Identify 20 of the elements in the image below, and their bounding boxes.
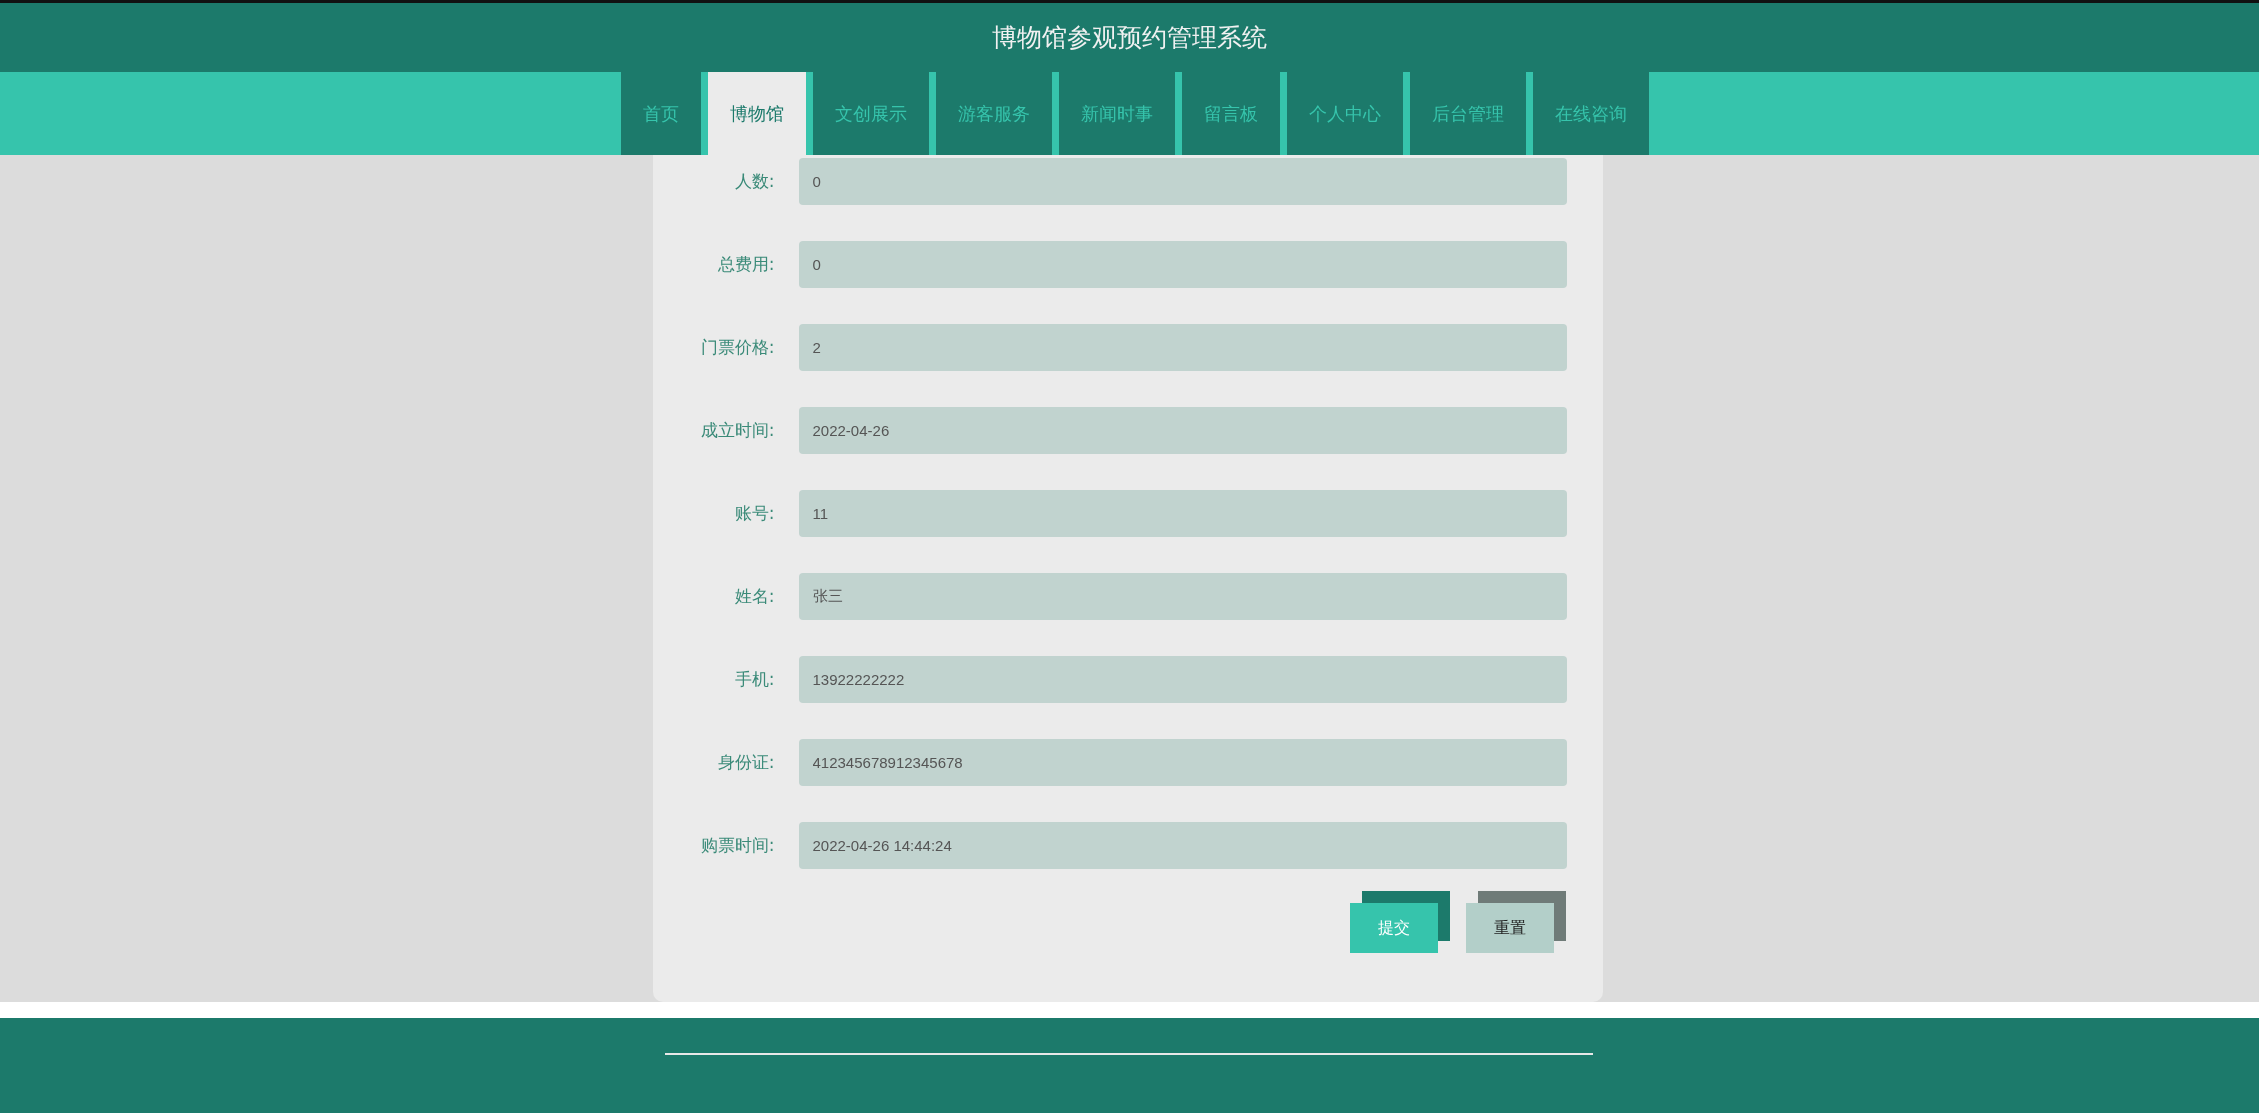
field-label: 门票价格: [699,336,775,359]
field-label: 成立时间: [699,419,775,442]
field-label: 账号: [733,502,775,525]
input-field[interactable]: 2022-04-26 [798,407,1567,454]
input-field[interactable]: 412345678912345678 [798,739,1567,786]
field-label: 手机: [733,668,775,691]
input-field[interactable]: 11 [798,490,1567,537]
input-field[interactable]: 2022-04-26 14:44:24 [798,822,1567,869]
input-field[interactable]: 张三 [798,573,1567,620]
input-field[interactable]: 2 [798,324,1567,371]
field-label: 购票时间: [699,834,775,857]
nav-tab[interactable]: 博物馆 [707,72,806,155]
input-field[interactable]: 0 [798,158,1567,205]
field-label: 姓名: [733,585,775,608]
site-title: 博物馆参观预约管理系统 [992,22,1267,54]
field-label: 身份证: [716,751,775,774]
field-label: 人数: [733,170,775,193]
input-field[interactable]: 0 [798,241,1567,288]
field-label: 总费用: [716,253,775,276]
input-field[interactable]: 13922222222 [798,656,1567,703]
